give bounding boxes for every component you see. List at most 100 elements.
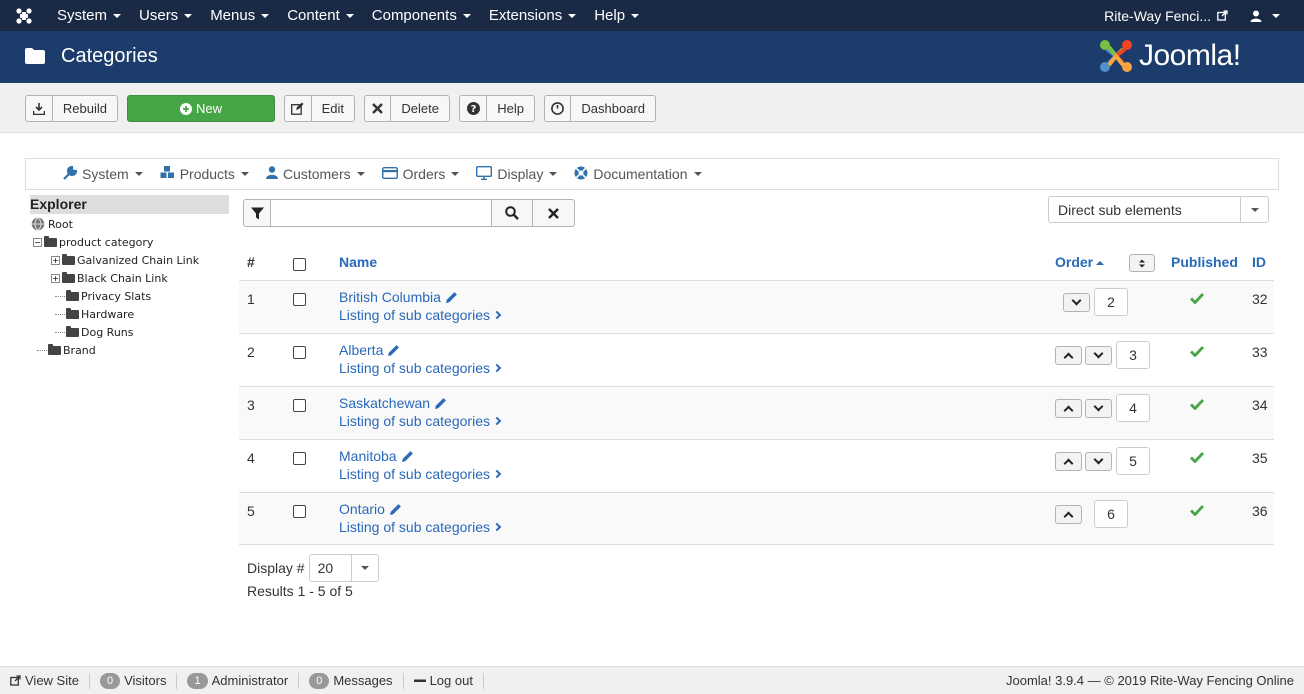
tree-item[interactable]: + Black Chain Link <box>51 269 168 287</box>
category-name-link[interactable]: British Columbia <box>339 289 458 305</box>
menu-menus[interactable]: Menus <box>201 0 278 31</box>
sub-categories-link[interactable]: Listing of sub categories <box>339 360 502 376</box>
move-up-button[interactable] <box>1055 399 1082 418</box>
chevron-right-icon <box>492 310 502 320</box>
help-button[interactable]: ? Help <box>459 95 535 122</box>
caret-down-icon <box>462 13 471 18</box>
pencil-icon <box>435 397 446 409</box>
published-check-icon[interactable] <box>1190 503 1205 519</box>
col-published[interactable]: Published <box>1171 245 1238 280</box>
tree-product-category[interactable]: − product category <box>33 233 153 251</box>
published-check-icon[interactable] <box>1190 397 1205 413</box>
folder-open-icon <box>44 235 57 247</box>
sub-categories-link[interactable]: Listing of sub categories <box>339 413 502 429</box>
dashboard-button[interactable]: Dashboard <box>544 95 656 122</box>
view-site-link[interactable]: View Site <box>0 672 90 689</box>
user-icon <box>1250 10 1262 22</box>
category-name-link[interactable]: Saskatchewan <box>339 395 447 411</box>
move-up-button[interactable] <box>1055 505 1082 524</box>
menu-help[interactable]: Help <box>585 0 648 31</box>
dashboard-icon <box>545 96 572 121</box>
direction-select[interactable]: Direct sub elements <box>1048 196 1269 223</box>
collapse-icon[interactable]: − <box>33 237 42 247</box>
sort-asc-icon <box>1096 260 1105 265</box>
tree-line <box>55 331 65 333</box>
tree-item[interactable]: Hardware <box>55 305 134 323</box>
row-checkbox[interactable] <box>293 346 306 362</box>
move-down-button[interactable] <box>1085 399 1112 418</box>
messages-status[interactable]: 0 Messages <box>299 672 404 689</box>
row-checkbox[interactable] <box>293 399 306 415</box>
published-check-icon[interactable] <box>1190 450 1205 466</box>
joomla-icon[interactable] <box>0 0 48 31</box>
move-down-button[interactable] <box>1085 346 1112 365</box>
move-down-button[interactable] <box>1063 293 1090 312</box>
category-name-link[interactable]: Alberta <box>339 342 400 358</box>
table-row: 2 Alberta Listing of sub categories 3 33 <box>239 333 1274 386</box>
caret-down-icon <box>451 172 460 176</box>
order-input[interactable]: 3 <box>1116 341 1150 369</box>
published-check-icon[interactable] <box>1190 291 1205 307</box>
filter-toggle-button[interactable] <box>243 199 271 227</box>
edit-button[interactable]: Edit <box>284 95 355 122</box>
joomla-logo-icon <box>1100 40 1132 72</box>
sub-categories-link[interactable]: Listing of sub categories <box>339 466 502 482</box>
sub-categories-link[interactable]: Listing of sub categories <box>339 307 502 323</box>
col-id[interactable]: ID <box>1252 245 1266 280</box>
visitors-status[interactable]: 0 Visitors <box>90 672 178 689</box>
subnav-system[interactable]: System <box>63 165 143 183</box>
menu-extensions[interactable]: Extensions <box>480 0 585 31</box>
tree-brand[interactable]: Brand <box>37 341 96 359</box>
svg-text:?: ? <box>470 104 476 115</box>
row-checkbox[interactable] <box>293 452 306 468</box>
user-menu[interactable] <box>1240 10 1304 22</box>
tree-root[interactable]: Root <box>31 215 73 233</box>
tree-item[interactable]: Privacy Slats <box>55 287 151 305</box>
chevron-down-icon <box>1071 295 1082 306</box>
tree-item[interactable]: Dog Runs <box>55 323 134 341</box>
move-down-button[interactable] <box>1085 452 1112 471</box>
subnav-documentation[interactable]: Documentation <box>574 166 702 183</box>
menu-users[interactable]: Users <box>130 0 201 31</box>
order-input[interactable]: 5 <box>1116 447 1150 475</box>
subnav-orders[interactable]: Orders <box>381 166 460 182</box>
col-name[interactable]: Name <box>339 245 377 280</box>
category-name-link[interactable]: Ontario <box>339 501 402 517</box>
row-checkbox[interactable] <box>293 505 306 521</box>
subnav-display[interactable]: Display <box>476 165 558 183</box>
menu-components[interactable]: Components <box>363 0 480 31</box>
caret-down-icon <box>113 13 122 18</box>
subnav-customers[interactable]: Customers <box>265 166 365 182</box>
row-checkbox[interactable] <box>293 293 306 309</box>
menu-content[interactable]: Content <box>278 0 363 31</box>
new-button[interactable]: New <box>127 95 275 122</box>
published-check-icon[interactable] <box>1190 344 1205 360</box>
order-input[interactable]: 4 <box>1116 394 1150 422</box>
logout-link[interactable]: Log out <box>404 672 484 689</box>
menu-system[interactable]: System <box>48 0 130 31</box>
move-up-button[interactable] <box>1055 452 1082 471</box>
sub-categories-link[interactable]: Listing of sub categories <box>339 519 502 535</box>
display-limit-select[interactable]: 20 <box>308 554 379 582</box>
col-order[interactable]: Order <box>1055 245 1105 280</box>
clear-search-button[interactable] <box>533 199 575 227</box>
order-input[interactable]: 6 <box>1094 500 1128 528</box>
expand-icon[interactable]: + <box>51 273 60 283</box>
move-up-button[interactable] <box>1055 346 1082 365</box>
admin-status[interactable]: 1 Administrator <box>177 672 300 689</box>
delete-button[interactable]: Delete <box>364 95 450 122</box>
rebuild-button[interactable]: Rebuild <box>25 95 118 122</box>
save-order-button[interactable] <box>1129 254 1155 272</box>
caret-down-icon <box>1240 197 1268 222</box>
order-input[interactable]: 2 <box>1094 288 1128 316</box>
tree-item[interactable]: + Galvanized Chain Link <box>51 251 199 269</box>
expand-icon[interactable]: + <box>51 255 60 265</box>
download-icon <box>26 96 53 121</box>
messages-badge: 0 <box>309 672 330 689</box>
caret-down-icon <box>184 13 193 18</box>
search-button[interactable] <box>491 199 533 227</box>
category-name-link[interactable]: Manitoba <box>339 448 414 464</box>
subnav-products[interactable]: Products <box>160 166 249 182</box>
site-link[interactable]: Rite-Way Fenci... <box>1092 8 1240 24</box>
search-input[interactable] <box>271 199 491 227</box>
